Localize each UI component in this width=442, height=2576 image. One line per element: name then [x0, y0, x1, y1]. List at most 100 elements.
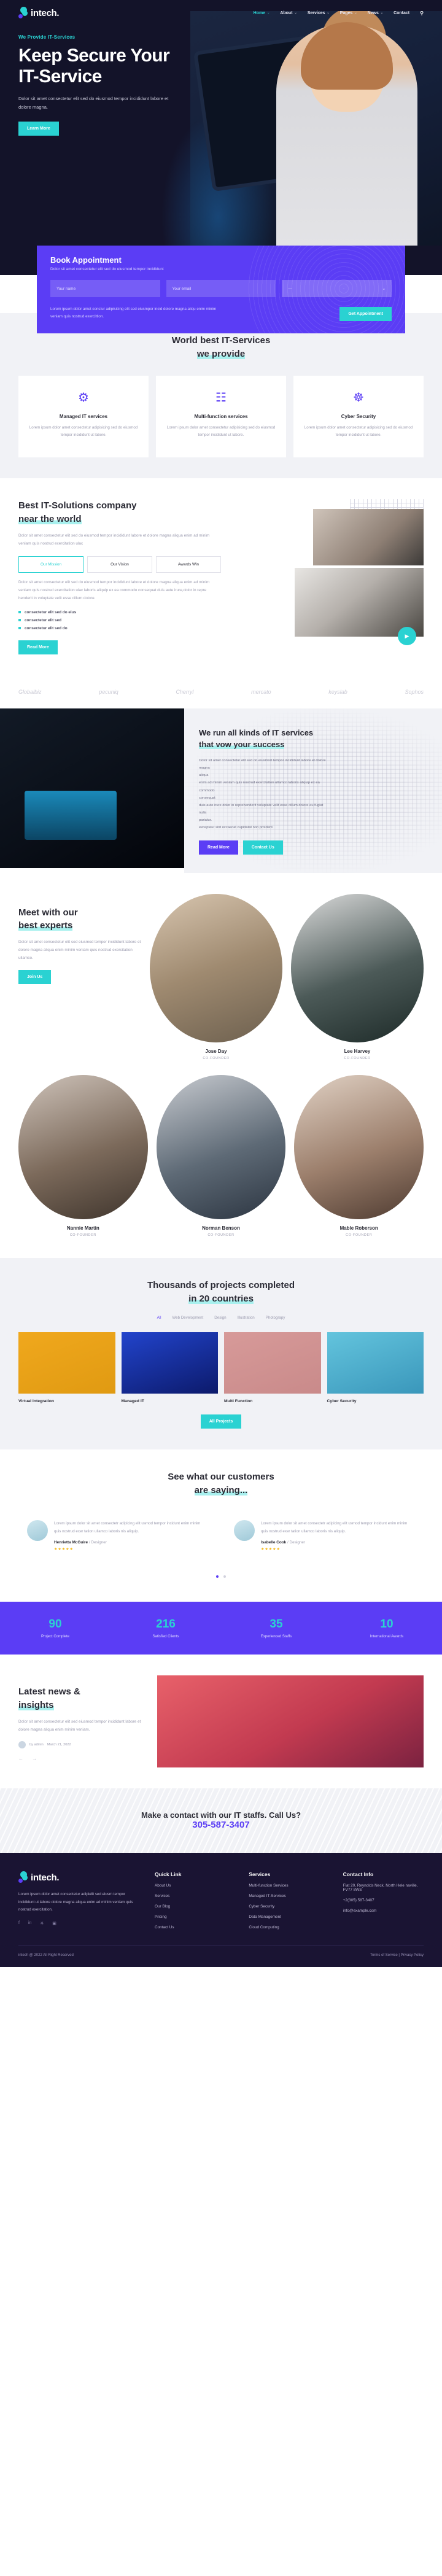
- footer-contact-column: Contact Info Flat 20, Reynolds Neck, Nor…: [343, 1871, 424, 1930]
- footer-service-managed-it[interactable]: Managed IT-Services: [249, 1894, 329, 1898]
- linkedin-icon[interactable]: in: [28, 1921, 31, 1926]
- team-member[interactable]: Jose Day CO-FOUNDER: [150, 893, 282, 1060]
- hero-learn-more-button[interactable]: Learn More: [18, 122, 59, 136]
- it-services-title: We run all kinds of IT services that vow…: [199, 727, 427, 751]
- cta-phone-link[interactable]: 305-587-3407: [192, 1820, 249, 1830]
- testimonial-list: Lorem ipsum dolor sit amet consectetr ad…: [18, 1510, 424, 1562]
- footer-link-services[interactable]: Services: [155, 1894, 235, 1898]
- join-us-button[interactable]: Join Us: [18, 969, 52, 984]
- member-role: CO-FOUNDER: [346, 1233, 373, 1238]
- carousel-dots[interactable]: [18, 1570, 424, 1581]
- brand-logo: keyslab: [328, 688, 347, 695]
- logo-text: intech.: [31, 7, 60, 18]
- footer-link-contact-us[interactable]: Contact Us: [155, 1925, 235, 1930]
- filter-web-development[interactable]: Web Development: [172, 1316, 203, 1320]
- search-icon[interactable]: ⚲: [420, 10, 424, 16]
- twitter-icon[interactable]: ❈: [40, 1921, 44, 1926]
- footer-service-cyber-security[interactable]: Cyber Security: [249, 1904, 329, 1909]
- paragraph-line: duis aute irure dolor in reprehenderit v…: [199, 803, 324, 807]
- member-role: CO-FOUNDER: [203, 1056, 230, 1060]
- avatar: [27, 1520, 48, 1542]
- cyber-security-icon: ☸: [353, 390, 364, 405]
- service-cards: ⚙ Managed IT services Lorem ipsum dolor …: [18, 375, 424, 458]
- footer-service-multi-function[interactable]: Multi-function Services: [249, 1884, 329, 1888]
- instagram-icon[interactable]: ▣: [52, 1921, 56, 1926]
- footer-service-data-management[interactable]: Data Management: [249, 1915, 329, 1919]
- brand-logo: Sophos: [405, 688, 424, 695]
- logo[interactable]: intech.: [18, 7, 60, 19]
- portfolio-image: [18, 1332, 115, 1394]
- footer-logo-text: intech.: [31, 1872, 60, 1883]
- nav-item-about[interactable]: About ⌄: [280, 11, 297, 15]
- booking-subheading: Dolor sit amet consectetur elit sed do e…: [50, 267, 164, 271]
- nav-item-services[interactable]: Services ⌄: [308, 11, 330, 15]
- portfolio-item[interactable]: Cyber Security: [327, 1332, 424, 1403]
- get-appointment-button[interactable]: Get Appointment: [339, 306, 392, 321]
- service-card[interactable]: ☷ Multi-function services Lorem ipsum do…: [156, 375, 286, 458]
- footer-brand-column: intech. Lorem ipsum dolor amet consectet…: [18, 1871, 141, 1930]
- filter-illustration[interactable]: Illustration: [238, 1316, 255, 1320]
- all-projects-button[interactable]: All Projects: [200, 1414, 242, 1429]
- facebook-icon[interactable]: f: [18, 1921, 20, 1926]
- team-member[interactable]: Lee Harvey CO-FOUNDER: [291, 893, 424, 1060]
- footer-service-cloud-computing[interactable]: Cloud Computing: [249, 1925, 329, 1930]
- service-select[interactable]: — ⌄: [282, 280, 392, 297]
- portfolio-item-title: Multi Function: [224, 1399, 253, 1403]
- member-name: Jose Day: [205, 1048, 227, 1054]
- team-member[interactable]: Nannie Martin CO-FOUNDER: [18, 1074, 148, 1238]
- booking-card: Book Appointment Dolor sit amet consecte…: [37, 246, 405, 333]
- service-card[interactable]: ⚙ Managed IT services Lorem ipsum dolor …: [18, 375, 149, 458]
- booking-heading: Book Appointment: [50, 255, 122, 265]
- footer-link-about-us[interactable]: About Us: [155, 1884, 235, 1888]
- counter-label: Experienced Staffs: [260, 1635, 292, 1639]
- tab-our-mission[interactable]: Our Mission: [18, 556, 83, 573]
- bullet-label: consectetur elit sed do: [25, 626, 68, 630]
- team-member[interactable]: Mable Roberson CO-FOUNDER: [294, 1074, 424, 1238]
- nav-item-contact[interactable]: Contact: [394, 11, 409, 15]
- filter-design[interactable]: Design: [214, 1316, 226, 1320]
- legal-links[interactable]: Terms of Service | Privacy Policy: [370, 1953, 424, 1957]
- read-more-button[interactable]: Read More: [199, 840, 238, 855]
- name-input[interactable]: Your name: [50, 280, 160, 297]
- nav-item-label: News: [367, 10, 379, 15]
- email-input[interactable]: Your email: [166, 280, 276, 297]
- footer-link-our-blog[interactable]: Our Blog: [155, 1904, 235, 1909]
- nav-item-label: Pages: [339, 10, 353, 15]
- nav-item-news[interactable]: News ⌄: [368, 11, 384, 15]
- service-select-value: —: [288, 286, 292, 291]
- tab-awards-win[interactable]: Awards Win: [156, 556, 221, 573]
- nav-item-pages[interactable]: Pages ⌄: [340, 11, 357, 15]
- paragraph-line: pariatur.: [199, 818, 212, 823]
- portfolio-item[interactable]: Multi Function: [224, 1332, 321, 1403]
- footer-email[interactable]: info@example.com: [343, 1909, 424, 1913]
- contact-us-button[interactable]: Contact Us: [242, 840, 283, 855]
- portfolio-item[interactable]: Virtual Integration: [18, 1332, 115, 1403]
- filter-photograpy[interactable]: Photograpy: [266, 1316, 285, 1320]
- hero-title-line1: Keep Secure Your: [18, 45, 170, 66]
- brand-logo: Globalbiz: [18, 688, 42, 695]
- counter-value: 216: [156, 1618, 176, 1631]
- footer-phone[interactable]: +2(305) 587-3407: [343, 1898, 424, 1903]
- team-member[interactable]: Norman Benson CO-FOUNDER: [156, 1074, 286, 1237]
- nav-item-home[interactable]: Home ⌄: [254, 11, 270, 15]
- footer-logo[interactable]: intech.: [18, 1871, 141, 1884]
- chevron-down-icon: ⌄: [294, 11, 297, 15]
- blog-carousel-arrows[interactable]: ← →: [18, 1756, 147, 1761]
- about-title-line1: Best IT-Solutions company: [18, 500, 137, 511]
- filter-all[interactable]: All: [157, 1316, 161, 1320]
- it-services-paragraphs: Dolor sit amet consectetur elit sed do e…: [199, 757, 427, 832]
- carousel-dot[interactable]: [215, 1575, 219, 1578]
- portfolio-item[interactable]: Managed IT: [121, 1332, 218, 1403]
- member-role: CO-FOUNDER: [69, 1233, 96, 1238]
- paragraph-line: enim ad minim veniam quis nostrud exerci…: [199, 781, 320, 785]
- testimonial-quote: Lorem ipsum dolor sit amet consectetr ad…: [261, 1521, 408, 1534]
- about-section: Best IT-Solutions company near the world…: [0, 478, 442, 675]
- footer-link-pricing[interactable]: Pricing: [155, 1915, 235, 1919]
- carousel-dot[interactable]: [223, 1575, 227, 1578]
- chevron-down-icon: ⌄: [382, 287, 386, 291]
- about-read-more-button[interactable]: Read More: [18, 640, 58, 654]
- portfolio-item-title: Managed IT: [121, 1399, 144, 1403]
- play-icon[interactable]: ▶: [398, 627, 416, 646]
- tab-our-vision[interactable]: Our Vision: [87, 556, 152, 573]
- service-card[interactable]: ☸ Cyber Security Lorem ipsum dolor amet …: [293, 375, 424, 458]
